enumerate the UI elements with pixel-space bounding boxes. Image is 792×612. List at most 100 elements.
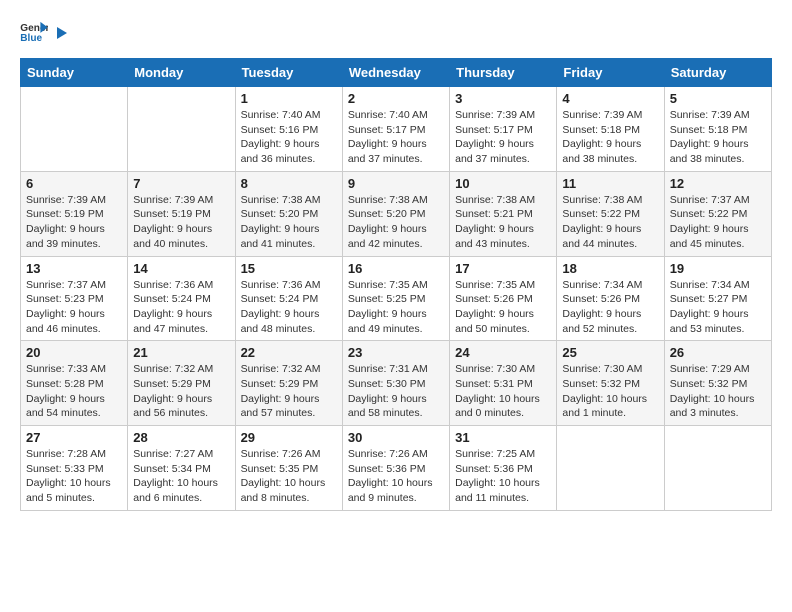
svg-text:Blue: Blue	[20, 33, 42, 42]
day-of-week-header: Tuesday	[235, 59, 342, 87]
calendar-cell: 29 Sunrise: 7:26 AM Sunset: 5:35 PM Dayli…	[235, 426, 342, 511]
day-of-week-header: Thursday	[450, 59, 557, 87]
day-number: 27	[26, 430, 122, 445]
day-number: 9	[348, 176, 444, 191]
calendar-cell: 30 Sunrise: 7:26 AM Sunset: 5:36 PM Dayli…	[342, 426, 449, 511]
calendar-cell: 6 Sunrise: 7:39 AM Sunset: 5:19 PM Daylig…	[21, 171, 128, 256]
day-number: 23	[348, 345, 444, 360]
day-number: 1	[241, 91, 337, 106]
calendar-cell: 26 Sunrise: 7:29 AM Sunset: 5:32 PM Dayli…	[664, 341, 771, 426]
day-info: Sunrise: 7:28 AM Sunset: 5:33 PM Dayligh…	[26, 447, 122, 506]
day-of-week-header: Monday	[128, 59, 235, 87]
logo-icon: General Blue	[20, 20, 48, 42]
calendar-cell: 28 Sunrise: 7:27 AM Sunset: 5:34 PM Dayli…	[128, 426, 235, 511]
calendar-cell: 24 Sunrise: 7:30 AM Sunset: 5:31 PM Dayli…	[450, 341, 557, 426]
day-number: 19	[670, 261, 766, 276]
calendar-cell: 9 Sunrise: 7:38 AM Sunset: 5:20 PM Daylig…	[342, 171, 449, 256]
calendar-cell: 21 Sunrise: 7:32 AM Sunset: 5:29 PM Dayli…	[128, 341, 235, 426]
day-info: Sunrise: 7:39 AM Sunset: 5:17 PM Dayligh…	[455, 108, 551, 167]
logo-arrow-icon	[53, 25, 69, 41]
day-of-week-header: Wednesday	[342, 59, 449, 87]
calendar-cell: 2 Sunrise: 7:40 AM Sunset: 5:17 PM Daylig…	[342, 87, 449, 172]
day-number: 30	[348, 430, 444, 445]
day-number: 11	[562, 176, 658, 191]
day-number: 16	[348, 261, 444, 276]
day-number: 22	[241, 345, 337, 360]
calendar-cell	[557, 426, 664, 511]
calendar-cell: 7 Sunrise: 7:39 AM Sunset: 5:19 PM Daylig…	[128, 171, 235, 256]
calendar-cell: 12Sunrise: 7:37 AM Sunset: 5:22 PM Dayli…	[664, 171, 771, 256]
day-info: Sunrise: 7:37 AM Sunset: 5:23 PM Dayligh…	[26, 278, 122, 337]
day-of-week-header: Saturday	[664, 59, 771, 87]
day-info: Sunrise: 7:29 AM Sunset: 5:32 PM Dayligh…	[670, 362, 766, 421]
day-info: Sunrise: 7:26 AM Sunset: 5:35 PM Dayligh…	[241, 447, 337, 506]
day-info: Sunrise: 7:27 AM Sunset: 5:34 PM Dayligh…	[133, 447, 229, 506]
day-info: Sunrise: 7:31 AM Sunset: 5:30 PM Dayligh…	[348, 362, 444, 421]
day-info: Sunrise: 7:34 AM Sunset: 5:26 PM Dayligh…	[562, 278, 658, 337]
day-info: Sunrise: 7:38 AM Sunset: 5:20 PM Dayligh…	[348, 193, 444, 252]
day-number: 29	[241, 430, 337, 445]
day-number: 28	[133, 430, 229, 445]
day-number: 25	[562, 345, 658, 360]
day-number: 6	[26, 176, 122, 191]
calendar-table: SundayMondayTuesdayWednesdayThursdayFrid…	[20, 58, 772, 511]
day-number: 26	[670, 345, 766, 360]
day-info: Sunrise: 7:38 AM Sunset: 5:21 PM Dayligh…	[455, 193, 551, 252]
day-info: Sunrise: 7:40 AM Sunset: 5:17 PM Dayligh…	[348, 108, 444, 167]
calendar-cell: 5 Sunrise: 7:39 AM Sunset: 5:18 PM Daylig…	[664, 87, 771, 172]
page-header: General Blue	[20, 20, 772, 42]
day-info: Sunrise: 7:39 AM Sunset: 5:18 PM Dayligh…	[670, 108, 766, 167]
day-info: Sunrise: 7:35 AM Sunset: 5:25 PM Dayligh…	[348, 278, 444, 337]
day-info: Sunrise: 7:25 AM Sunset: 5:36 PM Dayligh…	[455, 447, 551, 506]
day-number: 3	[455, 91, 551, 106]
day-info: Sunrise: 7:39 AM Sunset: 5:19 PM Dayligh…	[133, 193, 229, 252]
day-info: Sunrise: 7:34 AM Sunset: 5:27 PM Dayligh…	[670, 278, 766, 337]
day-info: Sunrise: 7:40 AM Sunset: 5:16 PM Dayligh…	[241, 108, 337, 167]
day-info: Sunrise: 7:35 AM Sunset: 5:26 PM Dayligh…	[455, 278, 551, 337]
day-info: Sunrise: 7:36 AM Sunset: 5:24 PM Dayligh…	[241, 278, 337, 337]
day-number: 17	[455, 261, 551, 276]
calendar-cell: 27 Sunrise: 7:28 AM Sunset: 5:33 PM Dayli…	[21, 426, 128, 511]
calendar-cell: 19 Sunrise: 7:34 AM Sunset: 5:27 PM Dayli…	[664, 256, 771, 341]
day-info: Sunrise: 7:32 AM Sunset: 5:29 PM Dayligh…	[133, 362, 229, 421]
day-number: 13	[26, 261, 122, 276]
day-of-week-header: Sunday	[21, 59, 128, 87]
day-number: 12	[670, 176, 766, 191]
day-number: 4	[562, 91, 658, 106]
calendar-cell: 31Sunrise: 7:25 AM Sunset: 5:36 PM Dayli…	[450, 426, 557, 511]
calendar-cell: 15 Sunrise: 7:36 AM Sunset: 5:24 PM Dayli…	[235, 256, 342, 341]
day-number: 14	[133, 261, 229, 276]
day-info: Sunrise: 7:33 AM Sunset: 5:28 PM Dayligh…	[26, 362, 122, 421]
calendar-cell: 10 Sunrise: 7:38 AM Sunset: 5:21 PM Dayli…	[450, 171, 557, 256]
calendar-cell: 25 Sunrise: 7:30 AM Sunset: 5:32 PM Dayli…	[557, 341, 664, 426]
logo: General Blue	[20, 20, 70, 42]
calendar-cell: 13 Sunrise: 7:37 AM Sunset: 5:23 PM Dayli…	[21, 256, 128, 341]
day-info: Sunrise: 7:38 AM Sunset: 5:22 PM Dayligh…	[562, 193, 658, 252]
day-number: 7	[133, 176, 229, 191]
day-number: 10	[455, 176, 551, 191]
day-number: 15	[241, 261, 337, 276]
day-number: 2	[348, 91, 444, 106]
day-number: 20	[26, 345, 122, 360]
calendar-cell: 4 Sunrise: 7:39 AM Sunset: 5:18 PM Daylig…	[557, 87, 664, 172]
day-info: Sunrise: 7:30 AM Sunset: 5:31 PM Dayligh…	[455, 362, 551, 421]
calendar-cell: 18 Sunrise: 7:34 AM Sunset: 5:26 PM Dayli…	[557, 256, 664, 341]
calendar-cell: 20 Sunrise: 7:33 AM Sunset: 5:28 PM Dayli…	[21, 341, 128, 426]
day-number: 21	[133, 345, 229, 360]
day-info: Sunrise: 7:30 AM Sunset: 5:32 PM Dayligh…	[562, 362, 658, 421]
calendar-cell: 3 Sunrise: 7:39 AM Sunset: 5:17 PM Daylig…	[450, 87, 557, 172]
day-number: 24	[455, 345, 551, 360]
calendar-cell: 14 Sunrise: 7:36 AM Sunset: 5:24 PM Dayli…	[128, 256, 235, 341]
day-info: Sunrise: 7:39 AM Sunset: 5:18 PM Dayligh…	[562, 108, 658, 167]
day-info: Sunrise: 7:39 AM Sunset: 5:19 PM Dayligh…	[26, 193, 122, 252]
day-info: Sunrise: 7:32 AM Sunset: 5:29 PM Dayligh…	[241, 362, 337, 421]
day-info: Sunrise: 7:36 AM Sunset: 5:24 PM Dayligh…	[133, 278, 229, 337]
calendar-cell: 17 Sunrise: 7:35 AM Sunset: 5:26 PM Dayli…	[450, 256, 557, 341]
day-number: 5	[670, 91, 766, 106]
calendar-cell	[128, 87, 235, 172]
day-number: 8	[241, 176, 337, 191]
day-info: Sunrise: 7:26 AM Sunset: 5:36 PM Dayligh…	[348, 447, 444, 506]
calendar-cell: 23 Sunrise: 7:31 AM Sunset: 5:30 PM Dayli…	[342, 341, 449, 426]
day-number: 18	[562, 261, 658, 276]
calendar-cell	[664, 426, 771, 511]
